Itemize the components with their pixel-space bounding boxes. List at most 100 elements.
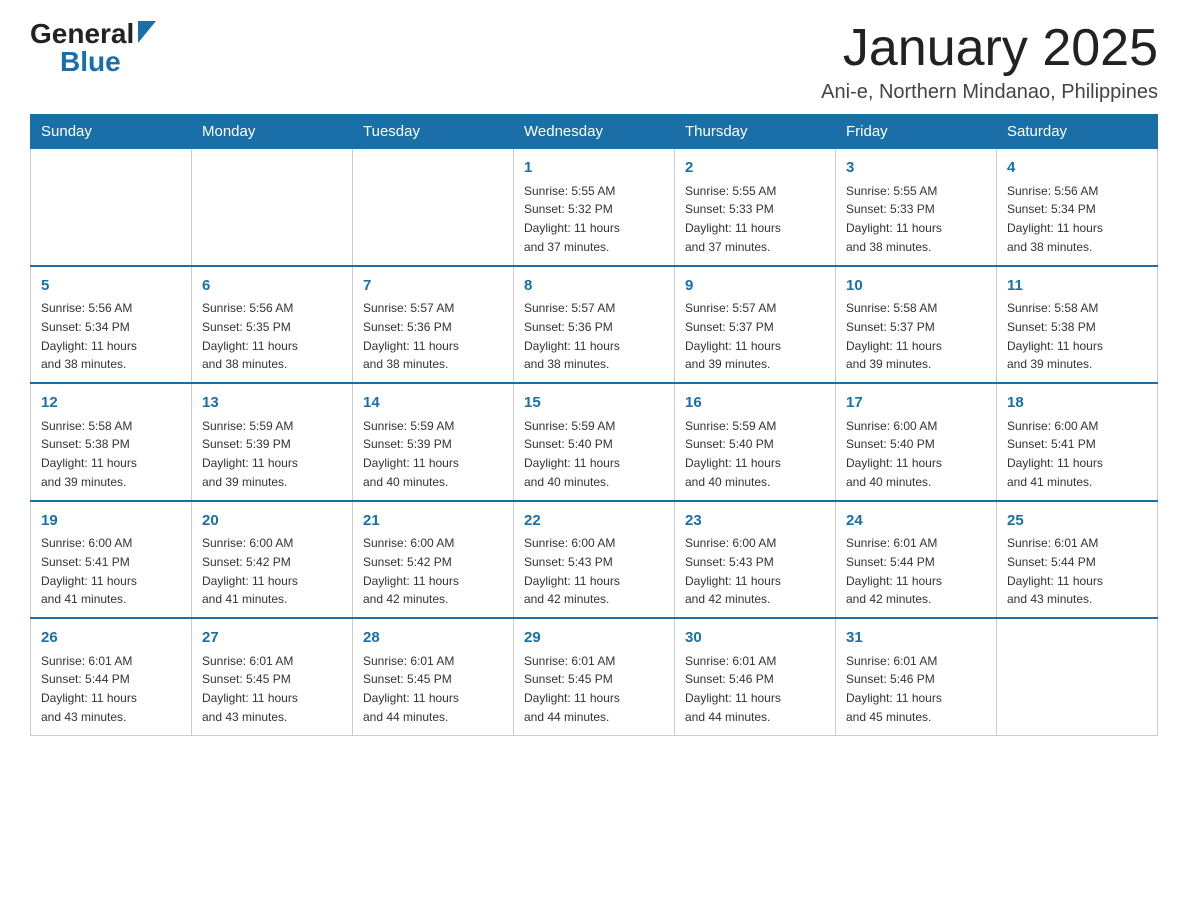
- day-number: 28: [363, 627, 503, 650]
- logo-general-text: General: [30, 20, 134, 48]
- day-number: 15: [524, 392, 664, 415]
- calendar-cell: 26 Sunrise: 6:01 AMSunset: 5:44 PMDayligh…: [31, 618, 192, 735]
- day-number: 6: [202, 275, 342, 298]
- calendar-cell: 15 Sunrise: 5:59 AMSunset: 5:40 PMDayligh…: [514, 383, 675, 501]
- day-number: 8: [524, 275, 664, 298]
- day-info: Sunrise: 6:01 AMSunset: 5:44 PMDaylight:…: [41, 654, 137, 724]
- calendar-cell: 22Sunrise: 6:00 AMSunset: 5:43 PMDayligh…: [514, 501, 675, 619]
- day-number: 16: [685, 392, 825, 415]
- day-header-friday: Friday: [836, 115, 997, 149]
- day-info: Sunrise: 6:00 AMSunset: 5:41 PMDaylight:…: [1007, 419, 1103, 489]
- calendar-table: SundayMondayTuesdayWednesdayThursdayFrid…: [30, 114, 1158, 736]
- day-info: Sunrise: 5:56 AMSunset: 5:34 PMDaylight:…: [41, 301, 137, 371]
- day-info: Sunrise: 5:55 AMSunset: 5:33 PMDaylight:…: [846, 184, 942, 254]
- day-header-saturday: Saturday: [997, 115, 1158, 149]
- day-number: 11: [1007, 275, 1147, 298]
- day-info: Sunrise: 5:55 AMSunset: 5:32 PMDaylight:…: [524, 184, 620, 254]
- page-header: General Blue January 2025 Ani-e, Norther…: [30, 20, 1158, 104]
- day-number: 17: [846, 392, 986, 415]
- calendar-cell: 13Sunrise: 5:59 AMSunset: 5:39 PMDayligh…: [192, 383, 353, 501]
- title-block: January 2025 Ani-e, Northern Mindanao, P…: [821, 20, 1158, 104]
- day-number: 22: [524, 510, 664, 533]
- day-info: Sunrise: 6:01 AMSunset: 5:46 PMDaylight:…: [685, 654, 781, 724]
- day-info: Sunrise: 6:01 AMSunset: 5:44 PMDaylight:…: [1007, 536, 1103, 606]
- day-number: 29: [524, 627, 664, 650]
- day-info: Sunrise: 6:00 AMSunset: 5:43 PMDaylight:…: [685, 536, 781, 606]
- day-number: 31: [846, 627, 986, 650]
- day-header-sunday: Sunday: [31, 115, 192, 149]
- day-info: Sunrise: 5:58 AMSunset: 5:37 PMDaylight:…: [846, 301, 942, 371]
- day-number: 14: [363, 392, 503, 415]
- day-info: Sunrise: 5:59 AMSunset: 5:39 PMDaylight:…: [363, 419, 459, 489]
- calendar-header: SundayMondayTuesdayWednesdayThursdayFrid…: [31, 115, 1158, 149]
- day-info: Sunrise: 6:01 AMSunset: 5:45 PMDaylight:…: [202, 654, 298, 724]
- day-info: Sunrise: 6:00 AMSunset: 5:42 PMDaylight:…: [202, 536, 298, 606]
- day-info: Sunrise: 5:56 AMSunset: 5:35 PMDaylight:…: [202, 301, 298, 371]
- calendar-cell: 18 Sunrise: 6:00 AMSunset: 5:41 PMDayligh…: [997, 383, 1158, 501]
- day-number: 1: [524, 157, 664, 180]
- logo: General Blue: [30, 20, 156, 76]
- calendar-cell: 2Sunrise: 5:55 AMSunset: 5:33 PMDaylight…: [675, 149, 836, 266]
- day-number: 20: [202, 510, 342, 533]
- day-info: Sunrise: 5:59 AMSunset: 5:40 PMDaylight:…: [685, 419, 781, 489]
- logo-arrow-icon: [138, 21, 156, 43]
- calendar-cell: 20 Sunrise: 6:00 AMSunset: 5:42 PMDayligh…: [192, 501, 353, 619]
- day-info: Sunrise: 5:59 AMSunset: 5:40 PMDaylight:…: [524, 419, 620, 489]
- days-of-week-row: SundayMondayTuesdayWednesdayThursdayFrid…: [31, 115, 1158, 149]
- day-number: 3: [846, 157, 986, 180]
- day-number: 12: [41, 392, 181, 415]
- calendar-cell: 10 Sunrise: 5:58 AMSunset: 5:37 PMDayligh…: [836, 266, 997, 384]
- day-info: Sunrise: 6:01 AMSunset: 5:45 PMDaylight:…: [524, 654, 620, 724]
- day-info: Sunrise: 5:57 AMSunset: 5:36 PMDaylight:…: [363, 301, 459, 371]
- calendar-cell: [31, 149, 192, 266]
- day-number: 10: [846, 275, 986, 298]
- calendar-cell: 12 Sunrise: 5:58 AMSunset: 5:38 PMDayligh…: [31, 383, 192, 501]
- calendar-cell: 7Sunrise: 5:57 AMSunset: 5:36 PMDaylight…: [353, 266, 514, 384]
- day-number: 4: [1007, 157, 1147, 180]
- subtitle: Ani-e, Northern Mindanao, Philippines: [821, 81, 1158, 104]
- calendar-cell: 6 Sunrise: 5:56 AMSunset: 5:35 PMDaylight…: [192, 266, 353, 384]
- calendar-body: 1 Sunrise: 5:55 AMSunset: 5:32 PMDaylight…: [31, 149, 1158, 736]
- day-number: 9: [685, 275, 825, 298]
- day-header-monday: Monday: [192, 115, 353, 149]
- day-number: 27: [202, 627, 342, 650]
- day-number: 5: [41, 275, 181, 298]
- calendar-cell: 24Sunrise: 6:01 AMSunset: 5:44 PMDayligh…: [836, 501, 997, 619]
- day-header-thursday: Thursday: [675, 115, 836, 149]
- day-number: 30: [685, 627, 825, 650]
- calendar-cell: 25 Sunrise: 6:01 AMSunset: 5:44 PMDayligh…: [997, 501, 1158, 619]
- calendar-cell: 17Sunrise: 6:00 AMSunset: 5:40 PMDayligh…: [836, 383, 997, 501]
- day-info: Sunrise: 5:57 AMSunset: 5:36 PMDaylight:…: [524, 301, 620, 371]
- calendar-week-row: 5 Sunrise: 5:56 AMSunset: 5:34 PMDaylight…: [31, 266, 1158, 384]
- day-number: 25: [1007, 510, 1147, 533]
- calendar-cell: 8 Sunrise: 5:57 AMSunset: 5:36 PMDaylight…: [514, 266, 675, 384]
- day-info: Sunrise: 5:57 AMSunset: 5:37 PMDaylight:…: [685, 301, 781, 371]
- calendar-week-row: 26 Sunrise: 6:01 AMSunset: 5:44 PMDayligh…: [31, 618, 1158, 735]
- calendar-cell: 4Sunrise: 5:56 AMSunset: 5:34 PMDaylight…: [997, 149, 1158, 266]
- calendar-cell: 1 Sunrise: 5:55 AMSunset: 5:32 PMDaylight…: [514, 149, 675, 266]
- calendar-cell: 9 Sunrise: 5:57 AMSunset: 5:37 PMDaylight…: [675, 266, 836, 384]
- day-number: 23: [685, 510, 825, 533]
- calendar-cell: 29 Sunrise: 6:01 AMSunset: 5:45 PMDayligh…: [514, 618, 675, 735]
- logo-blue-text: Blue: [60, 48, 121, 76]
- calendar-cell: 23 Sunrise: 6:00 AMSunset: 5:43 PMDayligh…: [675, 501, 836, 619]
- day-number: 18: [1007, 392, 1147, 415]
- calendar-cell: 31Sunrise: 6:01 AMSunset: 5:46 PMDayligh…: [836, 618, 997, 735]
- calendar-cell: 27 Sunrise: 6:01 AMSunset: 5:45 PMDayligh…: [192, 618, 353, 735]
- calendar-cell: 16 Sunrise: 5:59 AMSunset: 5:40 PMDayligh…: [675, 383, 836, 501]
- calendar-cell: 30 Sunrise: 6:01 AMSunset: 5:46 PMDayligh…: [675, 618, 836, 735]
- day-info: Sunrise: 6:00 AMSunset: 5:42 PMDaylight:…: [363, 536, 459, 606]
- day-number: 24: [846, 510, 986, 533]
- day-info: Sunrise: 5:58 AMSunset: 5:38 PMDaylight:…: [41, 419, 137, 489]
- day-number: 13: [202, 392, 342, 415]
- day-info: Sunrise: 6:00 AMSunset: 5:41 PMDaylight:…: [41, 536, 137, 606]
- calendar-cell: [997, 618, 1158, 735]
- day-number: 2: [685, 157, 825, 180]
- calendar-cell: 19Sunrise: 6:00 AMSunset: 5:41 PMDayligh…: [31, 501, 192, 619]
- day-number: 21: [363, 510, 503, 533]
- day-header-wednesday: Wednesday: [514, 115, 675, 149]
- calendar-week-row: 19Sunrise: 6:00 AMSunset: 5:41 PMDayligh…: [31, 501, 1158, 619]
- day-number: 26: [41, 627, 181, 650]
- calendar-cell: 21 Sunrise: 6:00 AMSunset: 5:42 PMDayligh…: [353, 501, 514, 619]
- calendar-cell: [353, 149, 514, 266]
